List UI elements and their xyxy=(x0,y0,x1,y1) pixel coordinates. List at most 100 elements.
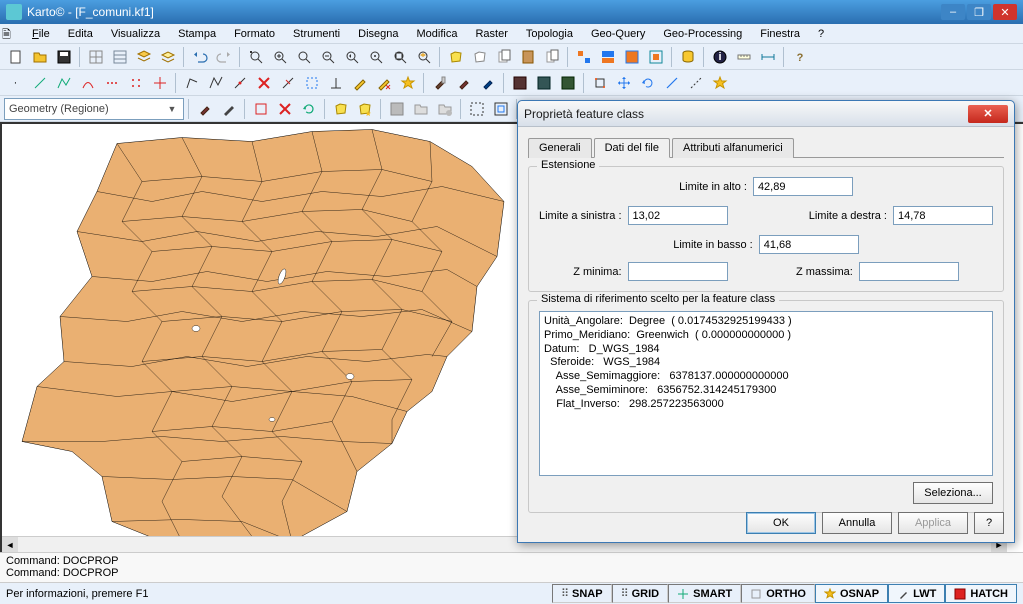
input-zmin[interactable] xyxy=(628,262,728,281)
zoom-window-icon[interactable] xyxy=(292,46,315,68)
menu-disegna[interactable]: Disegna xyxy=(350,26,406,42)
zoom-all-icon[interactable] xyxy=(388,46,411,68)
save-icon[interactable] xyxy=(52,46,75,68)
menu-file[interactable]: File xyxy=(24,26,58,42)
star-icon[interactable] xyxy=(396,72,419,94)
help-icon[interactable]: ? xyxy=(788,46,811,68)
db-icon[interactable] xyxy=(676,46,699,68)
hatch3-icon[interactable] xyxy=(556,72,579,94)
status-osnap[interactable]: OSNAP xyxy=(815,584,888,603)
zoom-extent-icon[interactable] xyxy=(244,46,267,68)
refresh-icon[interactable] xyxy=(297,98,320,120)
annulla-button[interactable]: Annulla xyxy=(822,512,892,534)
select-rect-icon[interactable] xyxy=(300,72,323,94)
brush2-icon[interactable] xyxy=(452,72,475,94)
status-grid[interactable]: ⠿GRID xyxy=(612,584,669,603)
hatch1-icon[interactable] xyxy=(508,72,531,94)
dots-grid-icon[interactable] xyxy=(124,72,147,94)
doc-copy-icon[interactable] xyxy=(540,46,563,68)
arc-icon[interactable] xyxy=(76,72,99,94)
color1-icon[interactable] xyxy=(572,46,595,68)
scroll-left-icon[interactable]: ◄ xyxy=(2,537,18,552)
input-zmax[interactable] xyxy=(859,262,959,281)
input-top[interactable] xyxy=(753,177,853,196)
input-right[interactable] xyxy=(893,206,993,225)
dialog-close-button[interactable]: ✕ xyxy=(968,105,1008,123)
pencil-x-icon[interactable] xyxy=(372,72,395,94)
open2-icon[interactable] xyxy=(409,98,432,120)
draw-pen-icon[interactable] xyxy=(217,98,240,120)
brush-icon[interactable] xyxy=(428,72,451,94)
menu-raster[interactable]: Raster xyxy=(467,26,515,42)
open-icon[interactable] xyxy=(28,46,51,68)
status-ortho[interactable]: ORTHO xyxy=(741,584,815,603)
status-snap[interactable]: ⠿SNAP xyxy=(552,584,612,603)
copy-icon[interactable] xyxy=(492,46,515,68)
star2-icon[interactable] xyxy=(708,72,731,94)
edge3-icon[interactable] xyxy=(228,72,251,94)
polyline-icon[interactable] xyxy=(52,72,75,94)
poly-yellow-icon[interactable] xyxy=(444,46,467,68)
hatch2-icon[interactable] xyxy=(532,72,555,94)
menu-geoquery[interactable]: Geo-Query xyxy=(583,26,653,42)
layers-icon[interactable] xyxy=(132,46,155,68)
paste-icon[interactable] xyxy=(516,46,539,68)
delete-x-icon[interactable] xyxy=(252,72,275,94)
info-icon[interactable]: i xyxy=(708,46,731,68)
cross-icon[interactable] xyxy=(148,72,171,94)
red-sq-icon[interactable] xyxy=(249,98,272,120)
zoom-layer-icon[interactable] xyxy=(412,46,435,68)
menu-stampa[interactable]: Stampa xyxy=(170,26,224,42)
save2-icon[interactable] xyxy=(385,98,408,120)
menu-help[interactable]: ? xyxy=(810,26,832,42)
menu-visualizza[interactable]: Visualizza xyxy=(103,26,168,42)
zoom-in-icon[interactable] xyxy=(268,46,291,68)
menu-modifica[interactable]: Modifica xyxy=(408,26,465,42)
draw-brush-icon[interactable] xyxy=(193,98,216,120)
minimize-button[interactable]: – xyxy=(941,4,965,20)
redo-icon[interactable] xyxy=(212,46,235,68)
zoom-dyn-icon[interactable] xyxy=(364,46,387,68)
dialog-help-button[interactable]: ? xyxy=(974,512,1004,534)
seleziona-button[interactable]: Seleziona... xyxy=(913,482,993,504)
status-lwt[interactable]: LWT xyxy=(888,584,945,603)
sel1-icon[interactable] xyxy=(465,98,488,120)
color2-icon[interactable] xyxy=(596,46,619,68)
menu-geoproc[interactable]: Geo-Processing xyxy=(655,26,750,42)
menu-formato[interactable]: Formato xyxy=(226,26,283,42)
dots-h-icon[interactable] xyxy=(100,72,123,94)
geometry-combo[interactable]: Geometry (Regione) ▼ xyxy=(4,98,184,120)
srs-textarea[interactable]: Unità_Angolare: Degree ( 0.0174532925199… xyxy=(539,311,993,476)
brush3-icon[interactable] xyxy=(476,72,499,94)
sel2-icon[interactable] xyxy=(489,98,512,120)
poly-tool-icon[interactable] xyxy=(329,98,352,120)
status-hatch[interactable]: HATCH xyxy=(945,584,1017,603)
sq-dots-icon[interactable] xyxy=(588,72,611,94)
menu-strumenti[interactable]: Strumenti xyxy=(285,26,348,42)
zoom-prev-icon[interactable] xyxy=(340,46,363,68)
grid2-icon[interactable] xyxy=(108,46,131,68)
menu-finestra[interactable]: Finestra xyxy=(752,26,808,42)
zoom-out-icon[interactable] xyxy=(316,46,339,68)
point-icon[interactable]: · xyxy=(4,72,27,94)
poly-clip-icon[interactable] xyxy=(468,46,491,68)
perp-icon[interactable] xyxy=(324,72,347,94)
pencil-icon[interactable] xyxy=(348,72,371,94)
undo-icon[interactable] xyxy=(188,46,211,68)
ok-button[interactable]: OK xyxy=(746,512,816,534)
tab-generali[interactable]: Generali xyxy=(528,138,592,158)
color3-icon[interactable] xyxy=(620,46,643,68)
close-button[interactable]: ✕ xyxy=(993,4,1017,20)
input-bottom[interactable] xyxy=(759,235,859,254)
move-icon[interactable] xyxy=(612,72,635,94)
dim-icon[interactable] xyxy=(756,46,779,68)
line-tool-icon[interactable] xyxy=(660,72,683,94)
tab-dati-del-file[interactable]: Dati del file xyxy=(594,138,670,158)
new-icon[interactable] xyxy=(4,46,27,68)
command-area[interactable]: Command: DOCPROP Command: DOCPROP xyxy=(0,552,1023,582)
edge2-icon[interactable] xyxy=(204,72,227,94)
tab-attributi[interactable]: Attributi alfanumerici xyxy=(672,138,794,158)
red-x-icon[interactable] xyxy=(273,98,296,120)
open3-icon[interactable] xyxy=(433,98,456,120)
color4-icon[interactable] xyxy=(644,46,667,68)
